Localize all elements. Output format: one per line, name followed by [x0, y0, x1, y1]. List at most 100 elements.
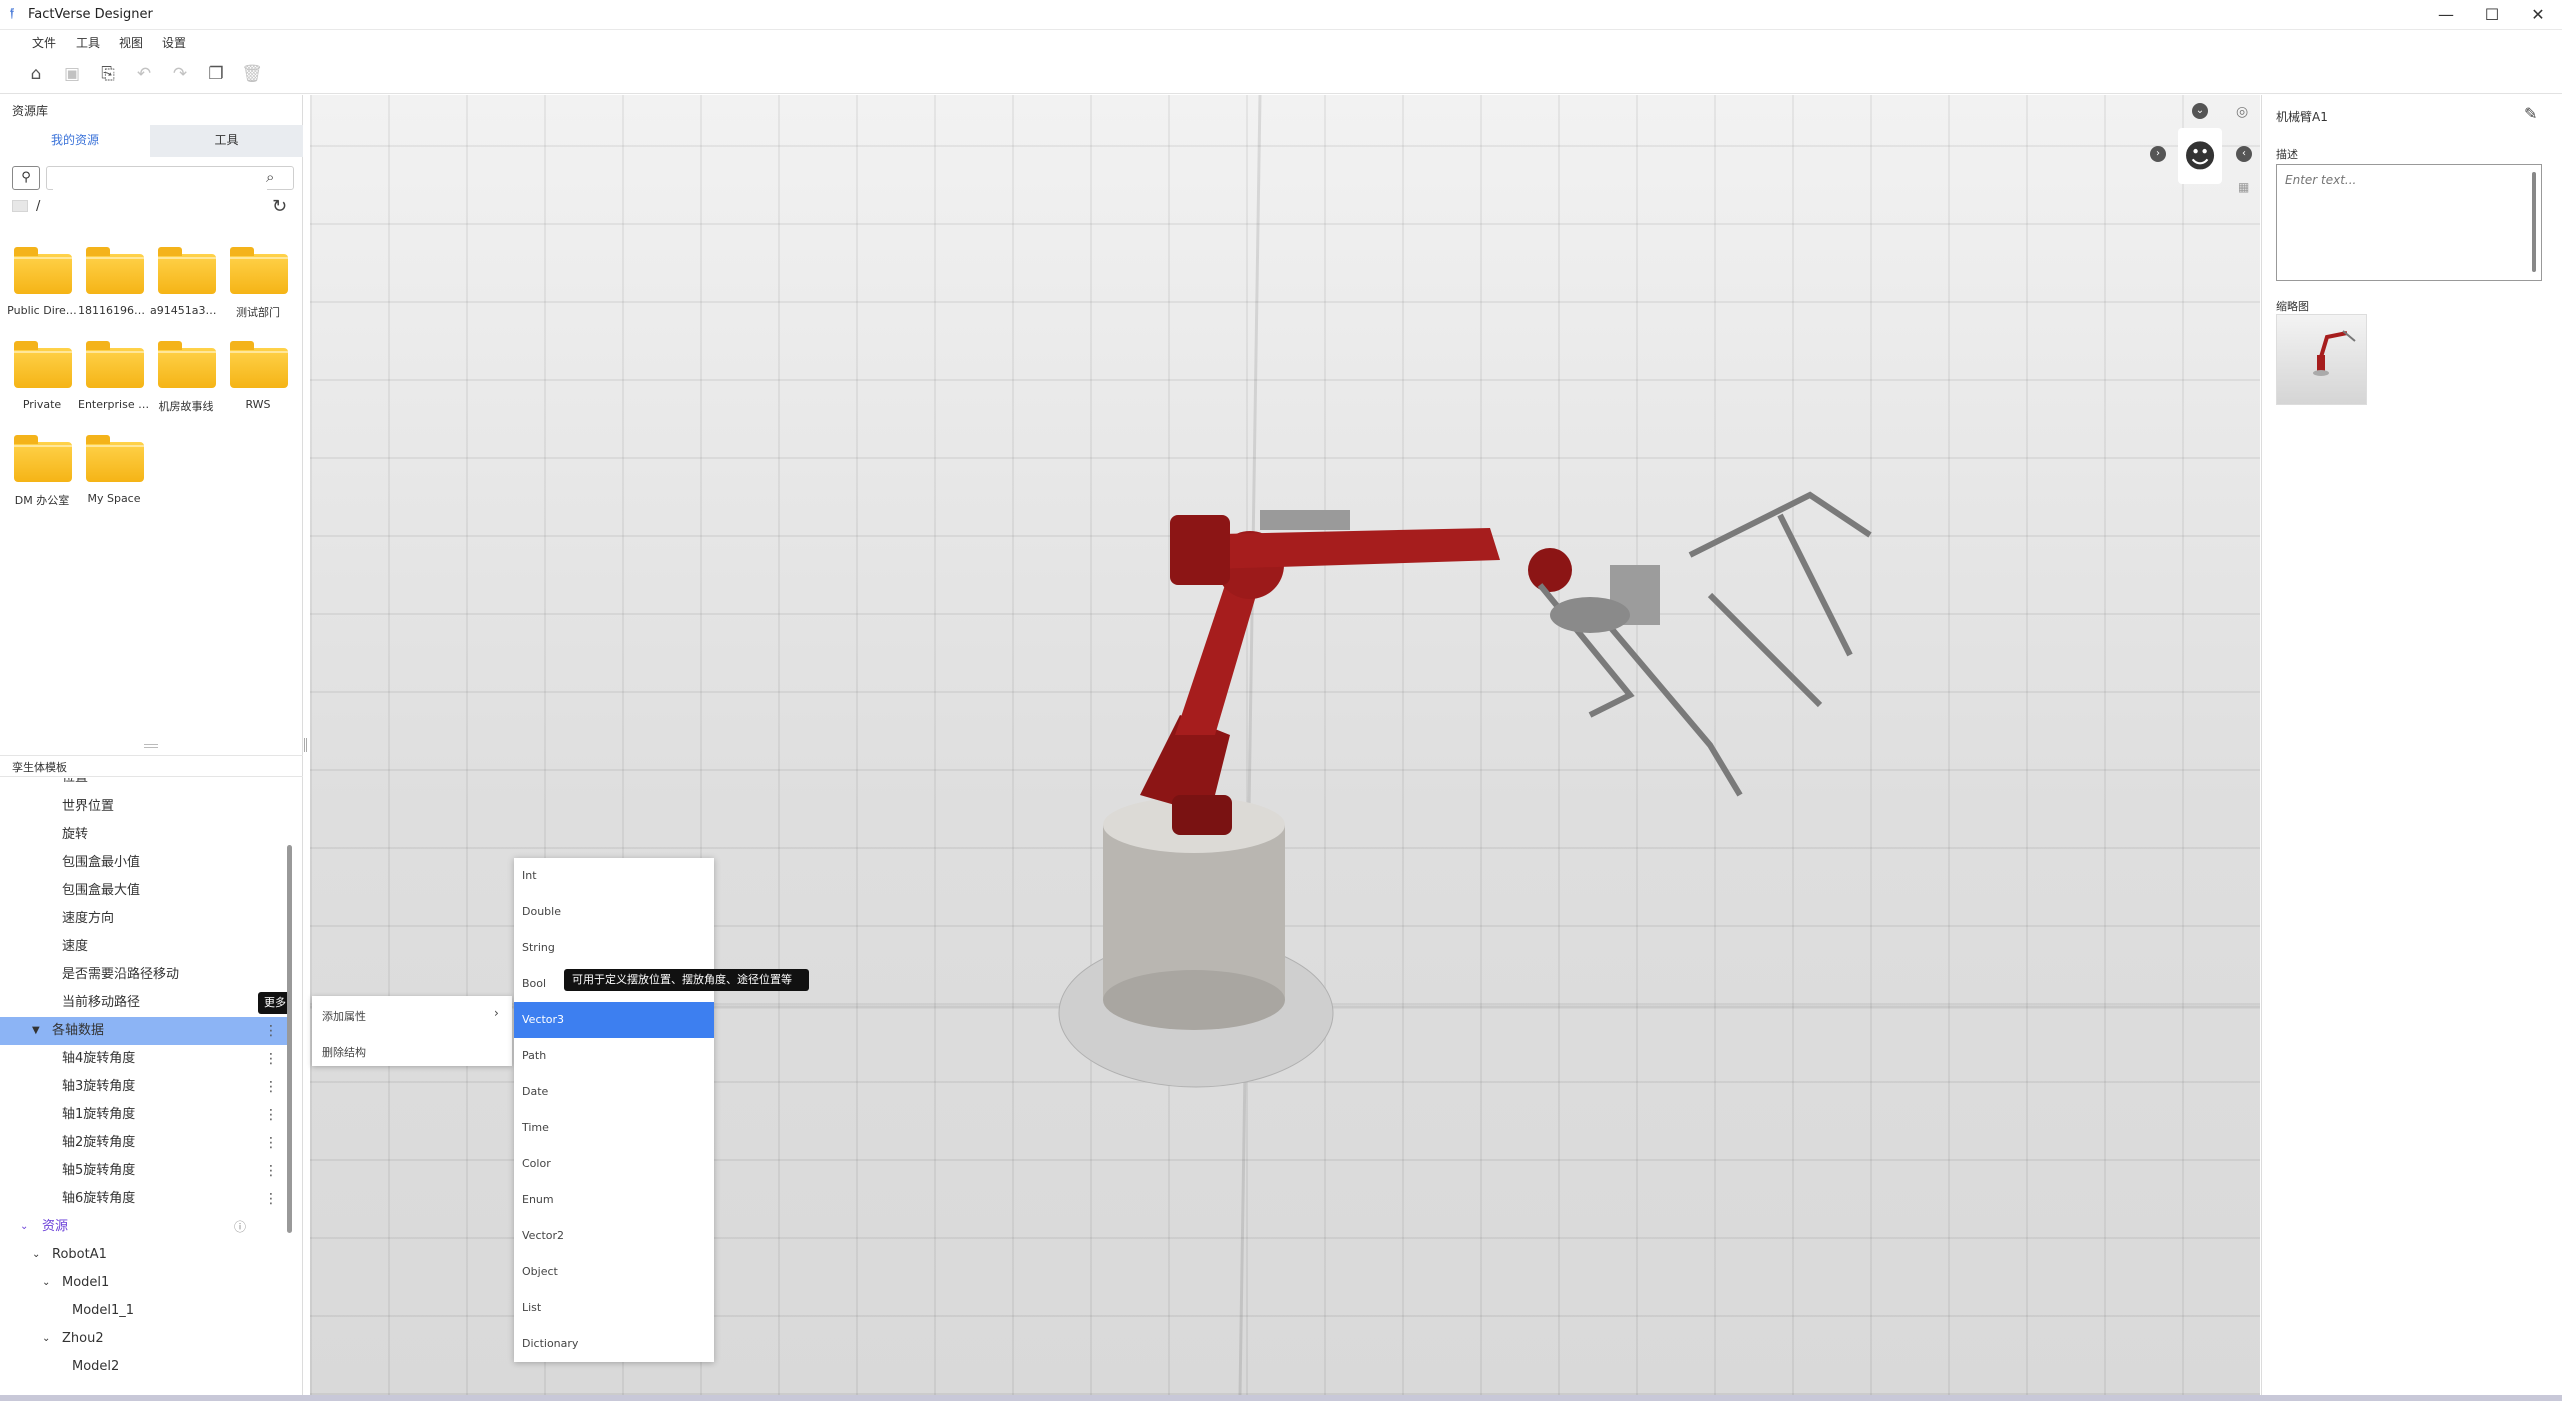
type-option[interactable]: List: [514, 1290, 714, 1326]
folder-item[interactable]: My Space: [78, 430, 148, 520]
folder-item[interactable]: Private: [6, 336, 76, 426]
save-icon[interactable]: ▣: [61, 63, 83, 85]
tree-row[interactable]: 世界位置: [0, 793, 288, 821]
more-icon[interactable]: ⋮: [264, 1101, 278, 1129]
tree-row[interactable]: 当前移动路径: [0, 989, 288, 1017]
more-icon[interactable]: ⋮: [264, 1157, 278, 1185]
grid-icon[interactable]: ▦: [2238, 180, 2249, 194]
tree-label: 位置: [62, 778, 88, 788]
tree-row[interactable]: 轴5旋转角度 ⋮: [0, 1157, 288, 1185]
type-option[interactable]: Dictionary: [514, 1326, 714, 1362]
info-icon[interactable]: ⓘ: [234, 1213, 246, 1241]
tree-row[interactable]: 轴6旋转角度 ⋮: [0, 1185, 288, 1213]
tree-label: 世界位置: [62, 799, 115, 814]
tab-my-resources[interactable]: 我的资源: [0, 125, 150, 157]
chevron-down-icon[interactable]: ⌄: [2192, 103, 2208, 119]
type-option[interactable]: Date: [514, 1074, 714, 1110]
tree-row[interactable]: 速度: [0, 933, 288, 961]
tree-row-resources[interactable]: ⌄ 资源 ⓘ: [0, 1213, 288, 1241]
vertical-splitter-handle[interactable]: [304, 738, 307, 752]
type-option[interactable]: Path: [514, 1038, 714, 1074]
tree-row[interactable]: 是否需要沿路径移动: [0, 961, 288, 989]
folder-item[interactable]: Public Dire…: [6, 242, 77, 332]
filter-button[interactable]: ⚲: [12, 166, 40, 190]
tree-label: Model1: [62, 1275, 110, 1290]
undo-icon[interactable]: ↶: [133, 63, 155, 85]
copy-icon[interactable]: ❐: [205, 63, 227, 85]
resource-library-title: 资源库: [12, 104, 49, 118]
view-navigation-cube[interactable]: ☻: [2178, 128, 2222, 184]
folder-item[interactable]: 机房故事线: [150, 336, 220, 426]
more-icon[interactable]: ⋮: [264, 1045, 278, 1073]
tree-row-partial[interactable]: 位置: [0, 778, 288, 788]
folder-icon: [14, 247, 72, 294]
chevron-down-icon[interactable]: ⌄: [20, 1213, 28, 1241]
tree-row[interactable]: Model2: [0, 1353, 288, 1381]
menu-tools[interactable]: 工具: [76, 34, 100, 51]
chevron-down-icon[interactable]: ▼: [32, 1017, 40, 1045]
panel-splitter-handle[interactable]: [144, 744, 158, 748]
refresh-icon[interactable]: ↻: [272, 196, 287, 217]
close-button[interactable]: ✕: [2516, 0, 2560, 30]
redo-icon[interactable]: ↷: [169, 63, 191, 85]
description-input[interactable]: [2283, 171, 2525, 275]
type-option[interactable]: Time: [514, 1110, 714, 1146]
maximize-button[interactable]: ☐: [2470, 0, 2514, 30]
type-option[interactable]: Object: [514, 1254, 714, 1290]
type-option[interactable]: Int: [514, 858, 714, 894]
tree-row[interactable]: ⌄ Zhou2: [0, 1325, 288, 1353]
tree-row[interactable]: 旋转: [0, 821, 288, 849]
properties-panel: [2261, 95, 2562, 1395]
more-icon[interactable]: ⋮: [264, 1129, 278, 1157]
tree-row[interactable]: 轴4旋转角度 ⋮: [0, 1045, 288, 1073]
chevron-down-icon[interactable]: ⌄: [32, 1241, 40, 1269]
delete-icon[interactable]: 🗑: [241, 63, 263, 85]
folder-item[interactable]: Enterprise s…: [78, 336, 150, 426]
chevron-right-icon[interactable]: ›: [2150, 146, 2166, 162]
folder-item[interactable]: a91451a34…: [150, 242, 222, 332]
tree-scrollbar[interactable]: [287, 845, 292, 1233]
type-option[interactable]: Enum: [514, 1182, 714, 1218]
menu-file[interactable]: 文件: [32, 34, 56, 51]
camera-icon[interactable]: ◎: [2236, 104, 2248, 120]
menu-item-delete-structure[interactable]: 删除结构: [322, 1044, 366, 1060]
save-as-icon[interactable]: ⎘: [97, 63, 119, 85]
folder-item[interactable]: 181161965…: [78, 242, 150, 332]
tree-row[interactable]: 速度方向: [0, 905, 288, 933]
type-option[interactable]: Vector2: [514, 1218, 714, 1254]
chevron-down-icon[interactable]: ⌄: [42, 1325, 50, 1353]
more-icon[interactable]: ⋮: [264, 1017, 278, 1045]
minimize-button[interactable]: —: [2424, 0, 2468, 30]
tree-row[interactable]: 轴3旋转角度 ⋮: [0, 1073, 288, 1101]
type-option[interactable]: String: [514, 930, 714, 966]
tree-row[interactable]: Model1_1: [0, 1297, 288, 1325]
chevron-down-icon[interactable]: ⌄: [42, 1269, 50, 1297]
type-option-selected[interactable]: Vector3: [514, 1002, 714, 1038]
tree-row[interactable]: 轴2旋转角度 ⋮: [0, 1129, 288, 1157]
more-icon[interactable]: ⋮: [264, 1185, 278, 1213]
type-option[interactable]: Double: [514, 894, 714, 930]
tree-row[interactable]: 轴1旋转角度 ⋮: [0, 1101, 288, 1129]
type-option[interactable]: Color: [514, 1146, 714, 1182]
search-icon[interactable]: ⌕: [266, 168, 274, 186]
more-icon[interactable]: ⋮: [264, 1073, 278, 1101]
menu-view[interactable]: 视图: [119, 34, 143, 51]
tree-row[interactable]: 包围盒最大值: [0, 877, 288, 905]
folder-item[interactable]: 测试部门: [222, 242, 292, 332]
tree-row[interactable]: ⌄ RobotA1: [0, 1241, 288, 1269]
chevron-left-icon[interactable]: ‹: [2236, 146, 2252, 162]
tree-row-selected-group[interactable]: ▼ 各轴数据 ⋮: [0, 1017, 288, 1045]
description-scrollbar[interactable]: [2532, 172, 2536, 272]
tree-row[interactable]: ⌄ Model1: [0, 1269, 288, 1297]
toolbar: [0, 56, 2562, 94]
object-name: 机械臂A1: [2276, 110, 2328, 124]
home-icon[interactable]: ⌂: [25, 63, 47, 85]
menu-item-add-property[interactable]: 添加属性: [322, 1008, 366, 1024]
menu-settings[interactable]: 设置: [162, 34, 186, 51]
folder-item[interactable]: DM 办公室: [6, 430, 76, 520]
folder-item[interactable]: RWS: [222, 336, 292, 426]
edit-icon[interactable]: ✎: [2524, 104, 2537, 123]
tree-row[interactable]: 包围盒最小值: [0, 849, 288, 877]
tab-tools[interactable]: 工具: [150, 125, 303, 157]
search-input[interactable]: [53, 168, 267, 190]
